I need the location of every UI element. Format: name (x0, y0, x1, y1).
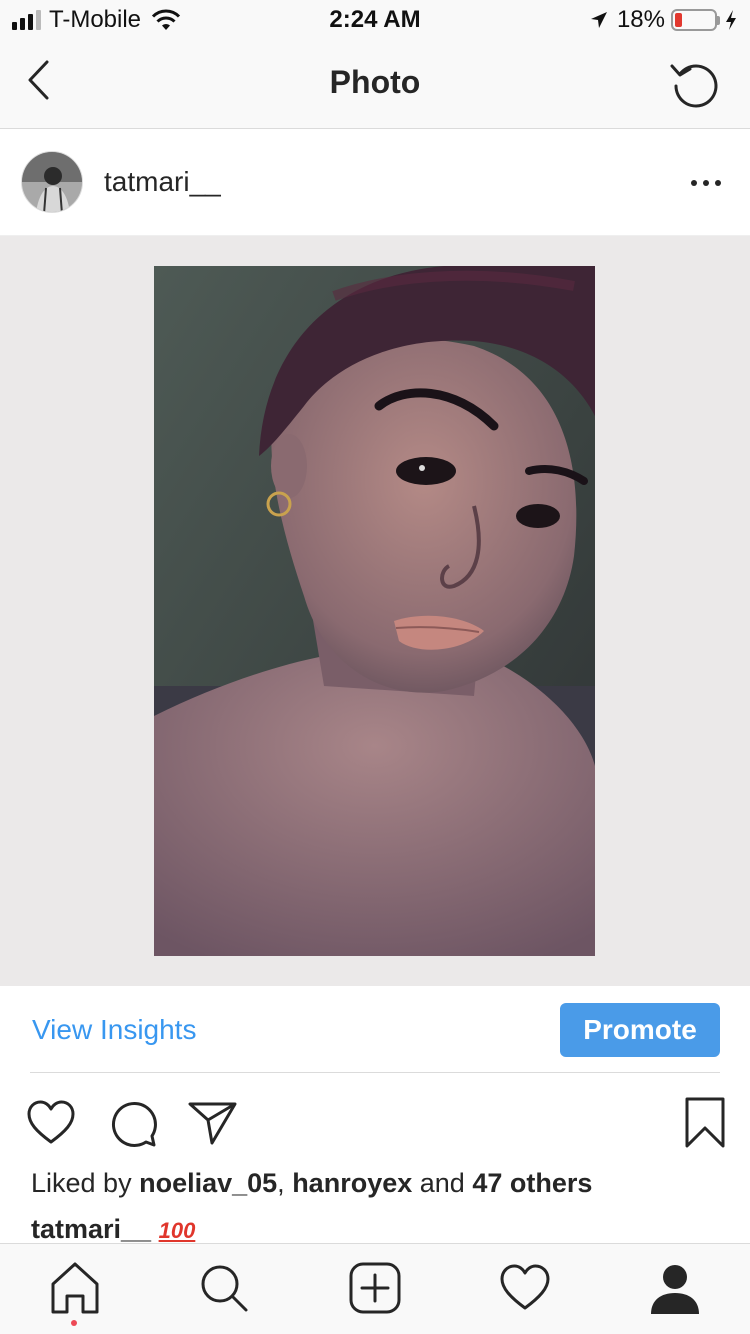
share-icon[interactable] (186, 1096, 240, 1150)
search-icon[interactable] (196, 1260, 252, 1316)
likes-sep: , (277, 1168, 293, 1198)
nav-bar: Photo (0, 40, 750, 129)
tab-bar (0, 1243, 750, 1334)
charging-bolt-icon (726, 10, 736, 30)
more-options-icon[interactable] (686, 168, 726, 198)
likes-line: Liked by noeliav_05, hanroyex and 47 oth… (31, 1168, 592, 1199)
avatar-image (22, 152, 82, 212)
likes-mid: and (412, 1168, 473, 1198)
battery-percent: 18% (616, 6, 665, 33)
bookmark-icon[interactable] (678, 1096, 732, 1150)
location-arrow-icon (590, 12, 607, 28)
status-bar: T-Mobile 2:24 AM 18% (0, 0, 750, 40)
caption-username[interactable]: tatmari__ (31, 1214, 151, 1244)
likes-others[interactable]: 47 others (472, 1168, 592, 1198)
refresh-icon[interactable] (668, 56, 722, 110)
add-post-icon[interactable] (347, 1260, 403, 1316)
status-right: 18% (589, 6, 738, 34)
activity-heart-icon[interactable] (497, 1260, 553, 1316)
profile-icon[interactable] (647, 1260, 703, 1316)
avatar[interactable] (21, 151, 83, 213)
page-title: Photo (329, 64, 421, 100)
hundred-points-emoji: 100 (158, 1218, 196, 1243)
liker-1[interactable]: noeliav_05 (139, 1168, 277, 1198)
divider (30, 1072, 720, 1073)
heart-icon[interactable] (24, 1096, 78, 1150)
battery-nub (717, 15, 720, 25)
post-photo[interactable] (154, 266, 595, 956)
post-username[interactable]: tatmari__ (104, 166, 221, 198)
home-notification-dot (71, 1320, 77, 1326)
insights-bar: View Insights Promote (0, 986, 750, 1074)
post-header: tatmari__ (0, 130, 750, 236)
promote-button[interactable]: Promote (560, 1003, 720, 1057)
liker-2[interactable]: hanroyex (292, 1168, 412, 1198)
battery-icon (671, 9, 717, 31)
likes-prefix: Liked by (31, 1168, 140, 1198)
caption: tatmari__ 100 (31, 1214, 195, 1245)
comment-icon[interactable] (106, 1096, 160, 1150)
photo-area (0, 236, 750, 986)
home-icon[interactable] (47, 1260, 103, 1316)
battery-fill (675, 13, 682, 27)
post-actions (0, 1090, 750, 1160)
view-insights-link[interactable]: View Insights (32, 1014, 196, 1046)
